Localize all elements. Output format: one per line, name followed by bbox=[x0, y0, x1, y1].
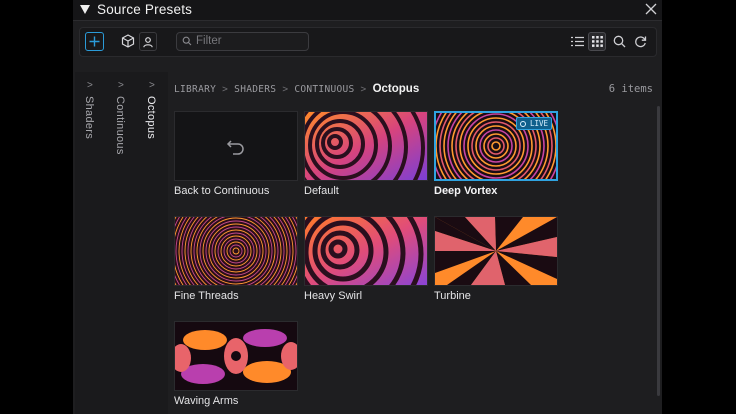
preset-label: Fine Threads bbox=[174, 290, 239, 302]
column-label: Shaders bbox=[83, 96, 95, 140]
preset-tile-heavy-swirl[interactable]: Heavy Swirl bbox=[304, 216, 428, 302]
undo-arrow-icon bbox=[226, 140, 244, 155]
breadcrumb: LIBRARY > SHADERS > CONTINUOUS > Octopus bbox=[174, 83, 419, 95]
back-thumbnail bbox=[174, 111, 298, 181]
column-label: Continuous bbox=[114, 96, 126, 155]
grid-view-button[interactable] bbox=[588, 32, 606, 51]
preset-tile-waving-arms[interactable]: Waving Arms bbox=[174, 321, 298, 407]
source-presets-panel: Source Presets Filter > Shaders > Contin… bbox=[73, 0, 662, 414]
breadcrumb-item[interactable]: SHADERS bbox=[234, 84, 276, 95]
breadcrumb-item[interactable]: CONTINUOUS bbox=[294, 84, 354, 95]
preset-browser: LIBRARY > SHADERS > CONTINUOUS > Octopus 6 ite… bbox=[168, 72, 662, 414]
user-icon bbox=[143, 36, 153, 47]
preset-tile-back[interactable]: Back to Continuous bbox=[174, 111, 298, 197]
column-shaders[interactable]: > Shaders bbox=[75, 72, 107, 414]
chevron-right-icon: > bbox=[87, 80, 93, 91]
filter-placeholder: Filter bbox=[196, 35, 222, 47]
scrollbar[interactable] bbox=[657, 106, 660, 396]
chevron-right-icon: > bbox=[222, 84, 229, 95]
list-view-icon bbox=[570, 36, 584, 46]
preset-tile-default[interactable]: Default bbox=[304, 111, 428, 197]
grid-view-icon bbox=[591, 36, 603, 47]
plus-icon bbox=[89, 36, 100, 47]
user-button[interactable] bbox=[139, 32, 157, 51]
search-icon bbox=[182, 36, 192, 46]
refresh-icon bbox=[634, 35, 646, 47]
preset-label: Default bbox=[304, 185, 339, 197]
preset-label: Heavy Swirl bbox=[304, 290, 363, 302]
preset-label: Back to Continuous bbox=[174, 185, 270, 197]
search-button[interactable] bbox=[609, 31, 629, 51]
cube-icon bbox=[121, 34, 135, 48]
breadcrumb-current: Octopus bbox=[372, 83, 420, 95]
preset-tile-turbine[interactable]: Turbine bbox=[434, 216, 558, 302]
search-icon bbox=[613, 35, 625, 47]
breadcrumb-item[interactable]: LIBRARY bbox=[174, 84, 216, 95]
live-badge: LIVE bbox=[515, 117, 552, 130]
title-bar: Source Presets bbox=[73, 0, 662, 21]
threads-thumbnail bbox=[174, 216, 298, 286]
chevron-right-icon: > bbox=[360, 84, 367, 95]
chevron-right-icon: > bbox=[149, 80, 155, 91]
preset-tile-fine-threads[interactable]: Fine Threads bbox=[174, 216, 298, 302]
chevron-right-icon: > bbox=[118, 80, 124, 91]
swirl-thumbnail bbox=[304, 216, 428, 286]
turbine-thumbnail bbox=[434, 216, 558, 286]
vortex-thumbnail: LIVE bbox=[434, 111, 558, 181]
preset-tile-deep-vortex[interactable]: LIVE Deep Vortex bbox=[434, 111, 558, 197]
preset-label: Turbine bbox=[434, 290, 471, 302]
refresh-button[interactable] bbox=[630, 31, 650, 51]
toolbar: Filter bbox=[79, 27, 657, 57]
column-label: Octopus bbox=[145, 96, 157, 140]
column-continuous[interactable]: > Continuous bbox=[106, 72, 138, 414]
item-count: 6 items bbox=[608, 83, 653, 95]
column-octopus[interactable]: > Octopus bbox=[137, 72, 169, 414]
add-preset-button[interactable] bbox=[85, 32, 104, 51]
close-icon[interactable] bbox=[644, 2, 658, 16]
preset-label: Waving Arms bbox=[174, 395, 239, 407]
panel-title: Source Presets bbox=[97, 2, 193, 17]
list-view-button[interactable] bbox=[567, 31, 587, 51]
arms-thumbnail bbox=[174, 321, 298, 391]
collapse-triangle-icon[interactable] bbox=[80, 5, 90, 14]
preset-label: Deep Vortex bbox=[434, 185, 498, 197]
cube-button[interactable] bbox=[118, 31, 138, 51]
swirl-thumbnail bbox=[304, 111, 428, 181]
chevron-right-icon: > bbox=[282, 84, 289, 95]
filter-input[interactable]: Filter bbox=[176, 32, 309, 51]
